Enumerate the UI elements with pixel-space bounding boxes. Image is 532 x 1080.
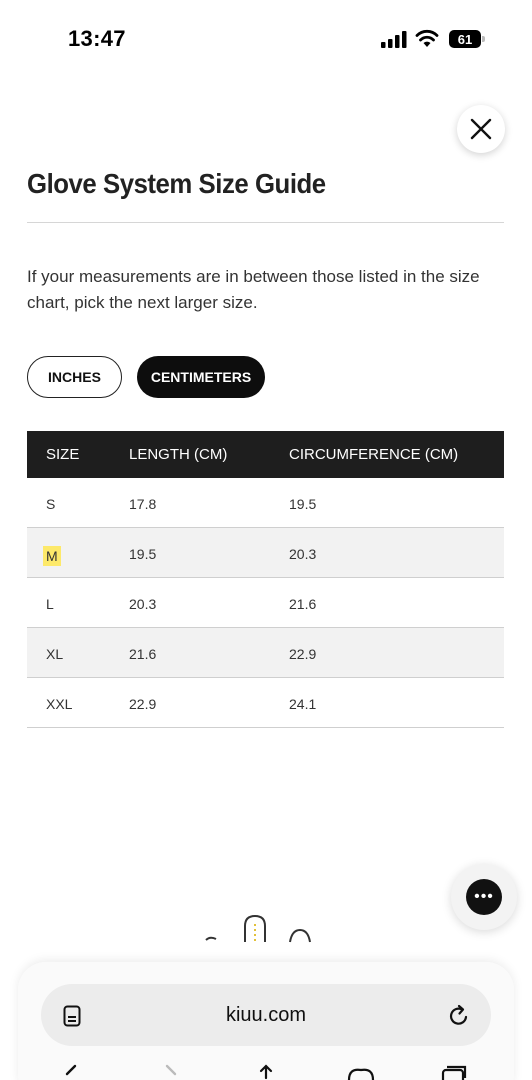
- page-title: Glove System Size Guide: [27, 168, 326, 199]
- cell-length: 22.9: [129, 696, 157, 712]
- cell-circumference: 24.1: [289, 696, 317, 712]
- cell-length: 17.8: [129, 496, 157, 512]
- back-icon[interactable]: [62, 1064, 82, 1080]
- cell-size: XL: [46, 646, 64, 662]
- centimeters-toggle-button[interactable]: CENTIMETERS: [137, 356, 265, 398]
- title-divider: [27, 222, 504, 223]
- table-row: L 20.3 21.6: [27, 578, 504, 628]
- battery-icon: 61: [449, 30, 485, 48]
- size-table: SIZE LENGTH (CM) CIRCUMFERENCE (CM) S 17…: [27, 431, 504, 728]
- table-row: XL 21.6 22.9: [27, 628, 504, 678]
- forward-icon[interactable]: [160, 1064, 180, 1080]
- cell-size: XXL: [46, 696, 73, 712]
- close-icon: [470, 118, 492, 140]
- cell-length: 20.3: [129, 596, 157, 612]
- url-field[interactable]: kiuu.com: [41, 984, 491, 1046]
- cell-length: 19.5: [129, 546, 157, 562]
- wifi-icon: [415, 29, 439, 47]
- reload-icon[interactable]: [447, 1004, 471, 1028]
- status-time: 13:47: [68, 26, 126, 51]
- cell-circumference: 22.9: [289, 646, 317, 662]
- cell-length: 21.6: [129, 646, 157, 662]
- cell-circumference: 19.5: [289, 496, 317, 512]
- header-size: SIZE: [46, 446, 80, 463]
- signal-icon: [381, 31, 407, 48]
- url-text[interactable]: kiuu.com: [41, 1004, 491, 1027]
- status-bar: 13:47 61: [0, 0, 532, 80]
- header-circumference: CIRCUMFERENCE (CM): [289, 446, 459, 463]
- browser-toolbar: kiuu.com: [18, 962, 514, 1080]
- cell-circumference: 21.6: [289, 596, 317, 612]
- inches-toggle-button[interactable]: INCHES: [27, 356, 122, 398]
- header-length: LENGTH (CM): [129, 446, 228, 463]
- chat-button[interactable]: •••: [451, 864, 517, 930]
- battery-level: 61: [457, 31, 473, 47]
- cell-size: L: [46, 596, 54, 612]
- table-row: M 19.5 20.3: [27, 528, 504, 578]
- chat-dots-icon: •••: [466, 879, 502, 915]
- glove-illustration: [205, 914, 311, 943]
- screen: 13:47 61 Glove System Size Guide If your…: [0, 0, 532, 1080]
- cell-size-highlighted: M: [43, 546, 61, 566]
- intro-text: If your measurements are in between thos…: [27, 267, 480, 312]
- close-button[interactable]: [457, 105, 505, 153]
- tabs-icon[interactable]: [440, 1064, 468, 1080]
- table-row: S 17.8 19.5: [27, 478, 504, 528]
- cell-circumference: 20.3: [289, 546, 317, 562]
- share-icon[interactable]: [254, 1064, 278, 1080]
- table-header: SIZE LENGTH (CM) CIRCUMFERENCE (CM): [27, 431, 504, 478]
- cell-size: S: [46, 496, 56, 512]
- table-row: XXL 22.9 24.1: [27, 678, 504, 728]
- bookmarks-icon[interactable]: [346, 1064, 376, 1080]
- browser-nav-icons: [18, 1064, 514, 1080]
